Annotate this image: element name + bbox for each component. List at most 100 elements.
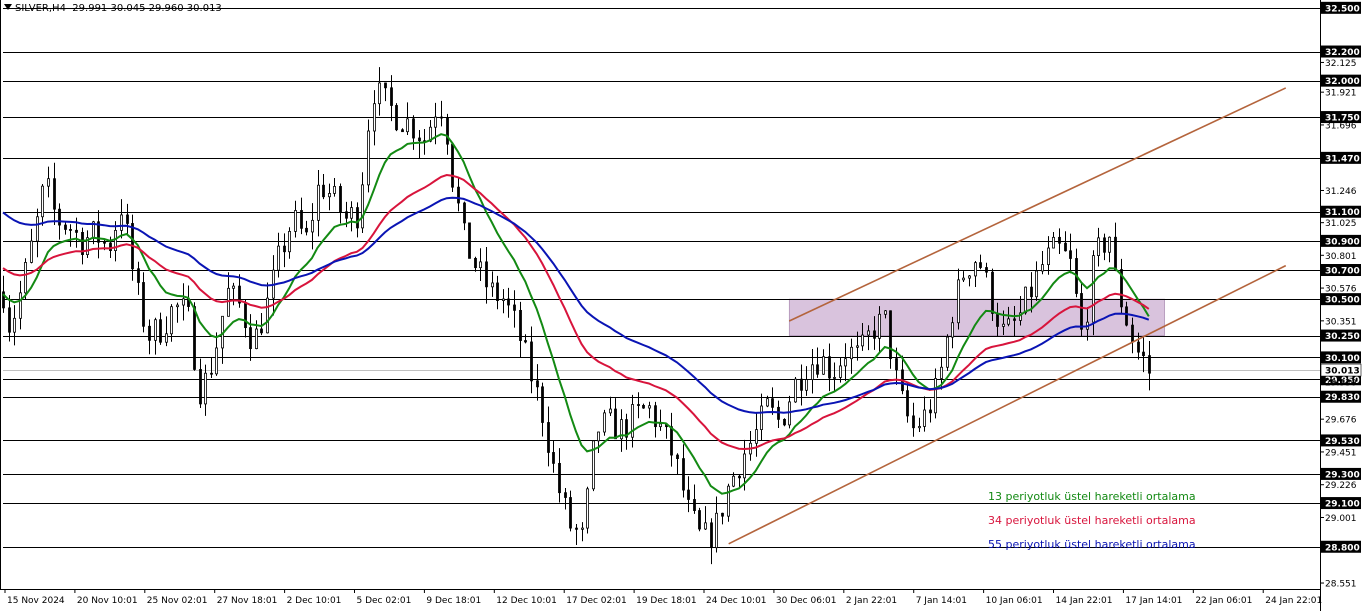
candle-body [597, 431, 600, 442]
candle-body [805, 379, 808, 391]
candle-body [530, 341, 533, 382]
candle-body [496, 282, 499, 301]
candle-body [873, 330, 876, 339]
time-tick-label: 25 Nov 02:01 [147, 596, 208, 606]
candle-body [648, 405, 651, 409]
candle-body [204, 372, 207, 405]
level-label-32.000: 32.000 [1325, 77, 1360, 87]
candle-body [861, 334, 864, 347]
candle-body [918, 426, 921, 429]
level-label-31.750: 31.750 [1325, 114, 1360, 124]
candle-body [1080, 293, 1083, 330]
price-tick-label: 29.451 [1325, 448, 1357, 458]
candle-body [502, 298, 505, 301]
price-tick-label: 32.125 [1325, 59, 1357, 69]
candle-body [401, 129, 404, 133]
candle-body [36, 216, 39, 242]
candle-body [1064, 242, 1067, 252]
legend-ema13: 13 periyotluk üstel hareketli ortalama [988, 490, 1196, 503]
candle-body [755, 429, 758, 444]
candle-body [1047, 247, 1050, 266]
candle-body [710, 522, 713, 549]
price-tick-label: 28.551 [1325, 580, 1357, 590]
candle-body [47, 178, 50, 187]
candle-body [676, 454, 679, 459]
candle-body [120, 214, 123, 231]
candle-body [451, 143, 454, 188]
candle-body [193, 306, 196, 370]
candle-body [609, 408, 612, 414]
candle-body [457, 186, 460, 204]
candle-body [350, 207, 353, 219]
candle-body [311, 219, 314, 233]
candle-body [418, 137, 421, 142]
candle-body [328, 193, 331, 198]
candle-body [406, 118, 409, 133]
candle-body [390, 87, 393, 106]
candle-body [962, 277, 965, 281]
candle-body [345, 211, 348, 219]
candle-body [985, 267, 988, 273]
candle-body [356, 207, 359, 229]
level-label-31.470: 31.470 [1325, 154, 1360, 164]
candle-body [165, 333, 168, 343]
candle-body [777, 406, 780, 420]
candle-body [30, 240, 33, 263]
candle-body [507, 298, 510, 306]
candle-body [1041, 264, 1044, 272]
time-tick-label: 24 Dec 10:01 [706, 596, 767, 606]
candle-body [1097, 237, 1100, 257]
candle-body [996, 313, 999, 327]
level-label-30.700: 30.700 [1325, 267, 1360, 277]
candle-body [659, 423, 662, 428]
menu-triangle-icon[interactable] [4, 4, 12, 10]
candle-body [322, 184, 325, 198]
candle-body [771, 398, 774, 408]
extra-price-label: 29.930 [1325, 379, 1357, 389]
candle-body [294, 210, 297, 232]
candle-body [463, 202, 466, 224]
candle-body [536, 380, 539, 388]
candle-body [159, 319, 162, 343]
candle-body [384, 82, 387, 89]
candle-body [373, 103, 376, 132]
candle-body [395, 105, 398, 131]
candle-body [743, 453, 746, 479]
candle-body [934, 378, 937, 414]
candle-body [929, 409, 932, 414]
candle-body [788, 401, 791, 426]
current-price-label: 30.013 [1325, 367, 1360, 377]
candle-body [378, 82, 381, 105]
price-tick-label: 30.576 [1325, 285, 1357, 295]
candle-body [828, 356, 831, 379]
candle-body [53, 178, 56, 210]
candle-body [704, 522, 707, 530]
candle-body [13, 317, 16, 333]
candle-body [176, 304, 179, 308]
candle-body [878, 313, 881, 339]
legend-ema34: 34 periyotluk üstel hareketli ortalama [988, 514, 1196, 527]
candle-body [642, 404, 645, 409]
time-tick-label: 27 Nov 18:01 [217, 596, 278, 606]
candle-body [850, 346, 853, 360]
resistance-zone [788, 298, 1165, 336]
level-label-32.500: 32.500 [1325, 4, 1360, 14]
candle-body [839, 365, 842, 378]
time-tick-label: 22 Jan 06:01 [1195, 596, 1252, 606]
candle-body [1148, 355, 1151, 374]
price-tick-label: 30.351 [1325, 317, 1357, 327]
candle-body [1058, 236, 1061, 244]
candle-body [412, 118, 415, 139]
resistance-zone-rect [788, 298, 1165, 336]
candle-body [137, 268, 140, 283]
candle-body [558, 462, 561, 494]
candle-body [142, 282, 145, 327]
time-tick-label: 9 Dec 18:01 [426, 596, 481, 606]
time-tick-label: 20 Nov 10:01 [77, 596, 138, 606]
time-tick-label: 17 Dec 02:01 [566, 596, 627, 606]
candle-body [199, 369, 202, 405]
candle-body [1002, 323, 1005, 327]
candle-body [760, 405, 763, 430]
time-tick-label: 10 Jan 06:01 [986, 596, 1043, 606]
candle-body [58, 208, 61, 226]
